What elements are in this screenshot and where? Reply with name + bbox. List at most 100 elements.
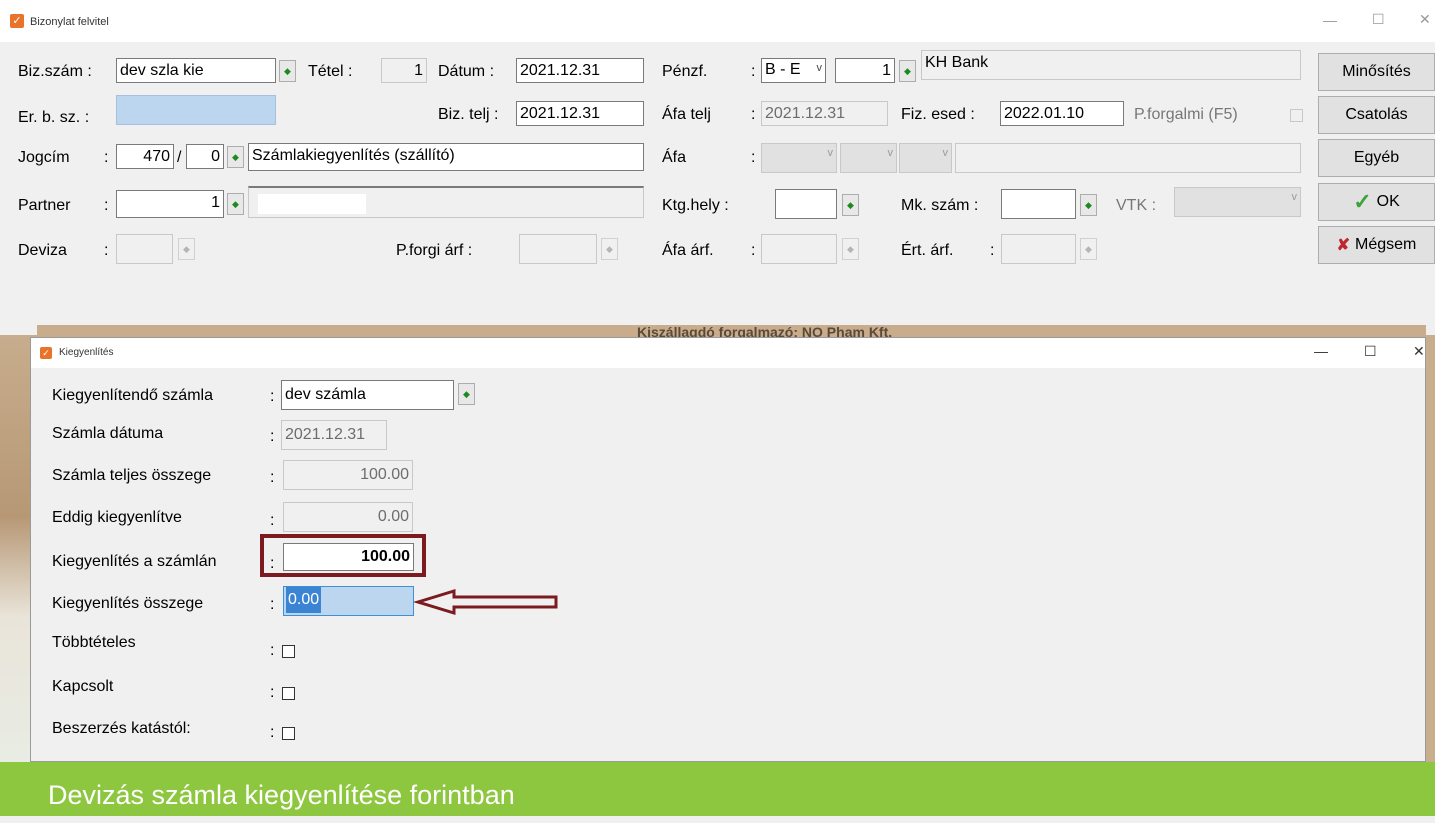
vtk-label: VTK :: [1116, 197, 1157, 214]
pforgalmi-checkbox[interactable]: [1290, 109, 1303, 122]
szamla-datuma-label: Számla dátuma: [52, 425, 164, 442]
jogcim-label: Jogcím: [18, 149, 70, 166]
jogcim-lookup-button[interactable]: ◆: [227, 146, 244, 168]
kapcsolt-checkbox[interactable]: [282, 687, 295, 700]
penzf-lookup-button[interactable]: ◆: [899, 60, 916, 82]
tetel-input[interactable]: 1: [381, 58, 427, 83]
ok-button[interactable]: ✓ OK: [1318, 183, 1435, 221]
partner-label: Partner: [18, 197, 71, 214]
bizteljs-input[interactable]: 2021.12.31: [516, 101, 644, 126]
jogcim-colon: :: [104, 149, 109, 166]
minimize-icon[interactable]: —: [1323, 12, 1337, 28]
erbsz-input[interactable]: [116, 95, 276, 125]
megsem-button[interactable]: ✘ Mégsem: [1318, 226, 1435, 264]
penzf-label: Pénzf.: [662, 63, 708, 80]
afa-colon: :: [751, 149, 756, 166]
dialog-close-icon[interactable]: ✕: [1413, 343, 1425, 360]
tobbteteles-label: Többtételes: [52, 634, 136, 651]
dialog-title: Kiegyenlítés: [59, 347, 114, 358]
datum-input[interactable]: 2021.12.31: [516, 58, 644, 83]
close-icon[interactable]: ✕: [1419, 11, 1431, 28]
afa-select-3: v: [899, 143, 952, 173]
deviza-label: Deviza: [18, 242, 67, 259]
main-window-title: Bizonylat felvitel: [30, 16, 109, 28]
afaarf-input: [761, 234, 837, 264]
chevron-down-icon: v: [827, 147, 834, 159]
caption-banner: Devizás számla kiegyenlítése forintban: [0, 762, 1435, 823]
ktghely-label: Ktg.hely :: [662, 197, 729, 214]
jogcim-slash: /: [177, 149, 182, 166]
jogcim-text-field[interactable]: Számlakiegyenlítés (szállító): [248, 143, 644, 171]
dialog-maximize-icon[interactable]: ☐: [1364, 343, 1377, 360]
afa-select-2: v: [840, 143, 897, 173]
eddig-kiegyenlitve-label: Eddig kiegyenlítve: [52, 509, 182, 526]
beszerzes-katastol-checkbox[interactable]: [282, 727, 295, 740]
afatelj-colon: :: [751, 106, 756, 123]
megsem-label: Mégsem: [1355, 236, 1417, 253]
main-title-bar: ✓ Bizonylat felvitel — ☐ ✕: [0, 0, 1435, 42]
app-check-icon: ✓: [10, 14, 24, 28]
minosites-label: Minősítés: [1342, 63, 1411, 80]
afaarf-lookup-button: ◆: [842, 238, 859, 260]
colon: :: [270, 684, 275, 701]
kiegyenlites-osszege-value: 0.00: [286, 587, 322, 613]
ertarf-lookup-button: ◆: [1080, 238, 1097, 260]
kapcsolt-label: Kapcsolt: [52, 678, 114, 695]
pforgiarf-input: [519, 234, 597, 264]
fizesed-label: Fiz. esed :: [901, 106, 975, 123]
ktghely-lookup-button[interactable]: ◆: [842, 194, 859, 216]
tobbteteles-checkbox[interactable]: [282, 645, 295, 658]
annotation-arrow: [414, 588, 558, 616]
jogcim-main-input[interactable]: 470: [116, 144, 174, 169]
partner-input[interactable]: 1: [116, 190, 224, 218]
pforgiarf-lookup-button: ◆: [601, 238, 618, 260]
fizesed-input[interactable]: 2022.01.10: [1000, 101, 1124, 126]
partner-colon: :: [104, 197, 109, 214]
penzf-colon: :: [751, 63, 756, 80]
arrow-shape: [414, 588, 558, 616]
csatolas-button[interactable]: Csatolás: [1318, 96, 1435, 134]
ktghely-input[interactable]: [775, 189, 837, 219]
partner-lookup-button[interactable]: ◆: [227, 193, 244, 215]
background-partner-text: Kiszállagdó forgalmazó: NO Pham Kft.: [637, 325, 893, 337]
dialog-minimize-icon[interactable]: —: [1314, 343, 1328, 359]
szamla-teljes-osszege-label: Számla teljes összege: [52, 467, 212, 484]
colon: :: [270, 596, 275, 613]
mkszam-label: Mk. szám :: [901, 197, 979, 214]
erbsz-label: Er. b. sz. :: [18, 109, 90, 126]
colon: :: [270, 469, 275, 486]
pforgalmi-label: P.forgalmi (F5): [1134, 106, 1238, 123]
minosites-button[interactable]: Minősítés: [1318, 53, 1435, 91]
deviza-input: [116, 234, 173, 264]
bizszam-lookup-button[interactable]: ◆: [279, 60, 296, 82]
maximize-icon[interactable]: ☐: [1372, 11, 1385, 28]
ertarf-input: [1001, 234, 1076, 264]
afatelj-input: 2021.12.31: [761, 101, 888, 126]
bizszam-label: Biz.szám :: [18, 63, 92, 80]
colon: :: [270, 642, 275, 659]
kiegyenlites-osszege-label: Kiegyenlítés összege: [52, 595, 204, 612]
egyeb-button[interactable]: Egyéb: [1318, 139, 1435, 177]
chevron-down-icon: v: [816, 62, 823, 74]
checkmark-icon: ✓: [1353, 189, 1372, 214]
deviza-colon: :: [104, 242, 109, 259]
penzf-select[interactable]: B - E v: [761, 58, 826, 83]
kiegyenlitendo-szamla-lookup-button[interactable]: ◆: [458, 383, 475, 405]
main-window: ✓ Bizonylat felvitel — ☐ ✕ Biz.szám : de…: [0, 0, 1435, 335]
dialog-title-bar: ✓ Kiegyenlítés — ☐ ✕: [31, 338, 1425, 368]
kiegyenlites-a-szamlan-input[interactable]: 100.00: [283, 543, 414, 571]
mkszam-lookup-button[interactable]: ◆: [1080, 194, 1097, 216]
egyeb-label: Egyéb: [1353, 149, 1400, 166]
beszerzes-katastol-label: Beszerzés katástól:: [52, 720, 191, 737]
colon: :: [270, 555, 275, 572]
datum-label: Dátum :: [438, 63, 495, 80]
jogcim-sub-input[interactable]: 0: [186, 144, 224, 169]
mkszam-input[interactable]: [1001, 189, 1076, 219]
tetel-label: Tétel :: [308, 63, 353, 80]
kiegyenlites-osszege-input[interactable]: 0.00: [283, 586, 414, 616]
colon: :: [270, 428, 275, 445]
bizszam-input[interactable]: dev szla kie: [116, 58, 276, 83]
bizteljs-label: Biz. telj :: [438, 106, 499, 123]
kiegyenlitendo-szamla-input[interactable]: dev számla: [281, 380, 454, 410]
penzf-num-input[interactable]: 1: [835, 58, 895, 83]
